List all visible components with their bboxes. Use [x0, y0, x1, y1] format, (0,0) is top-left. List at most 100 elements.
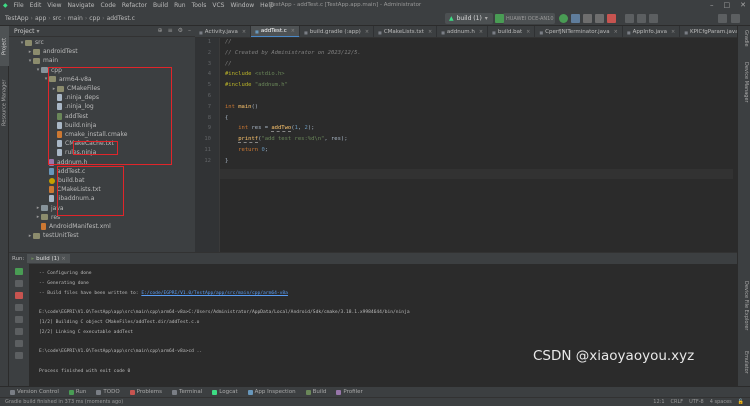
editor-tab[interactable]: ■ Activity.java × [195, 26, 252, 37]
line-separator[interactable]: CRLF [671, 399, 684, 405]
editor-tab[interactable]: ■ addTest.c × [251, 26, 300, 37]
tab-emulator[interactable]: Emulator [740, 351, 749, 374]
tree-item[interactable]: ▸ androidTest [9, 47, 195, 56]
breadcrumb-item[interactable]: main [66, 15, 85, 22]
app-logo-icon[interactable]: ◆ [0, 2, 11, 9]
caret-position[interactable]: 12:1 [653, 399, 664, 405]
menu-item-window[interactable]: Window [227, 2, 257, 9]
tree-item[interactable]: ▾ src [9, 38, 195, 47]
tool-tab-app-inspection[interactable]: App Inspection [243, 389, 301, 395]
soft-wrap-icon[interactable] [15, 304, 23, 311]
code-line[interactable]: int main() [225, 104, 258, 110]
menu-item-navigate[interactable]: Navigate [65, 2, 98, 9]
tree-item[interactable]: AndroidManifest.xml [9, 222, 195, 231]
tool-tab-build[interactable]: Build [301, 389, 332, 395]
gear-icon[interactable]: ⚙ [178, 27, 183, 34]
close-icon[interactable]: × [61, 256, 66, 262]
rerun-icon[interactable] [15, 268, 23, 275]
code-line[interactable]: // [225, 39, 232, 45]
code-line[interactable]: // [225, 61, 232, 67]
tab-device-file-explorer[interactable]: Device File Explorer [740, 281, 749, 330]
close-icon[interactable]: × [291, 28, 295, 34]
delete-icon[interactable] [15, 340, 23, 347]
menu-item-edit[interactable]: Edit [27, 2, 45, 9]
breadcrumb-item[interactable]: addTest.c [105, 15, 137, 22]
code-line[interactable]: printf("add test res:%d\n", res); [225, 136, 348, 144]
tab-gradle[interactable]: Gradle [740, 30, 749, 47]
run-app-icon[interactable] [559, 14, 568, 23]
code-line[interactable]: int res = addTwo(1, 2); [225, 125, 314, 133]
code-line[interactable]: // Created by Administrator on 2023/12/5… [225, 50, 361, 56]
editor-tab[interactable]: ■ addnum.h × [437, 26, 489, 37]
code-line[interactable]: { [225, 115, 228, 121]
tool-tab-todo[interactable]: TODO [91, 389, 124, 395]
breadcrumb-item[interactable]: cpp [87, 15, 102, 22]
close-icon[interactable]: × [614, 29, 618, 35]
status-message[interactable]: Gradle build finished in 373 ms (moments… [5, 399, 123, 405]
settings-icon[interactable] [731, 14, 740, 23]
up-icon[interactable] [15, 280, 23, 287]
code-line[interactable]: return 0; [225, 147, 268, 153]
menu-item-code[interactable]: Code [97, 2, 118, 9]
editor-tab[interactable]: ■ AppInfo.java × [623, 26, 681, 37]
menu-item-view[interactable]: View [44, 2, 64, 9]
code-line[interactable]: #include <stdio.h> [225, 71, 285, 77]
menu-item-run[interactable]: Run [171, 2, 189, 9]
close-icon[interactable]: × [479, 29, 483, 35]
close-icon[interactable]: × [365, 29, 369, 35]
code-line[interactable]: #include "addnum.h" [225, 82, 288, 88]
tree-item[interactable]: ▾ main [9, 56, 195, 65]
menu-item-refactor[interactable]: Refactor [119, 2, 150, 9]
device-manager-icon[interactable] [637, 14, 646, 23]
menu-item-tools[interactable]: Tools [189, 2, 210, 9]
attach-debugger-icon[interactable] [595, 14, 604, 23]
code-editor[interactable]: 1 2 3 4 5 6 7 8 9 10 11 12 //// Created by Administ… [195, 38, 737, 252]
maximize-icon[interactable]: □ [724, 1, 731, 9]
profile-icon[interactable] [583, 14, 592, 23]
console-link[interactable]: E:/code/EGPRI/V1.0/TestApp/app/src/main/… [141, 291, 288, 296]
debug-icon[interactable] [571, 14, 580, 23]
breadcrumb-item[interactable]: app [33, 15, 48, 22]
run-configuration-select[interactable]: ▲ build (1) ▾ [445, 13, 493, 24]
search-icon[interactable] [718, 14, 727, 23]
close-icon[interactable]: × [526, 29, 530, 35]
print-icon[interactable] [15, 328, 23, 335]
add-icon[interactable]: ⊕ [158, 27, 163, 34]
close-icon[interactable]: × [671, 29, 675, 35]
editor-tab[interactable]: ■ build.gradle (:app) × [300, 26, 375, 37]
sdk-manager-icon[interactable] [649, 14, 658, 23]
file-encoding[interactable]: UTF-8 [689, 399, 704, 405]
code-line[interactable]: } [225, 158, 228, 164]
menu-item-vcs[interactable]: VCS [209, 2, 227, 9]
close-icon[interactable]: × [242, 29, 246, 35]
tool-tab-profiler[interactable]: Profiler [331, 389, 367, 395]
stop-icon[interactable] [15, 292, 23, 299]
tool-tab-problems[interactable]: Problems [125, 389, 167, 395]
menu-item-file[interactable]: File [11, 2, 27, 9]
tool-tab-terminal[interactable]: Terminal [167, 389, 207, 395]
minimize-icon[interactable]: – [710, 1, 714, 9]
project-view-select[interactable]: Project [14, 28, 35, 35]
collapse-icon[interactable]: ≡ [168, 27, 173, 34]
editor-tab[interactable]: ■ CperfJNITerminator.java × [535, 26, 623, 37]
run-tab-build[interactable]: ▸ build (1) × [27, 254, 70, 263]
tool-tab-version-control[interactable]: Version Control [5, 389, 64, 395]
tree-item[interactable]: ▸ testUnitTest [9, 231, 195, 240]
stop-icon[interactable] [607, 14, 616, 23]
tool-tab-logcat[interactable]: Logcat [207, 389, 242, 395]
indent-setting[interactable]: 4 spaces [710, 399, 732, 405]
menu-item-build[interactable]: Build [150, 2, 171, 9]
close-icon[interactable]: × [428, 29, 432, 35]
lock-icon[interactable]: 🔓 [738, 399, 744, 405]
tool-tab-run[interactable]: Run [64, 389, 92, 395]
tab-project[interactable]: Project [0, 26, 9, 66]
editor-tab[interactable]: ■ CMakeLists.txt × [374, 26, 438, 37]
scroll-to-end-icon[interactable] [15, 316, 23, 323]
tab-device-manager[interactable]: Device Manager [740, 62, 749, 103]
hide-icon[interactable]: – [188, 27, 191, 34]
breadcrumb-item[interactable]: src [51, 15, 64, 22]
device-select[interactable]: HUAWEI OCE-AN10 [503, 13, 555, 24]
sync-gradle-icon[interactable] [625, 14, 634, 23]
close-icon[interactable]: ✕ [740, 1, 746, 9]
run-icon[interactable] [495, 14, 504, 23]
